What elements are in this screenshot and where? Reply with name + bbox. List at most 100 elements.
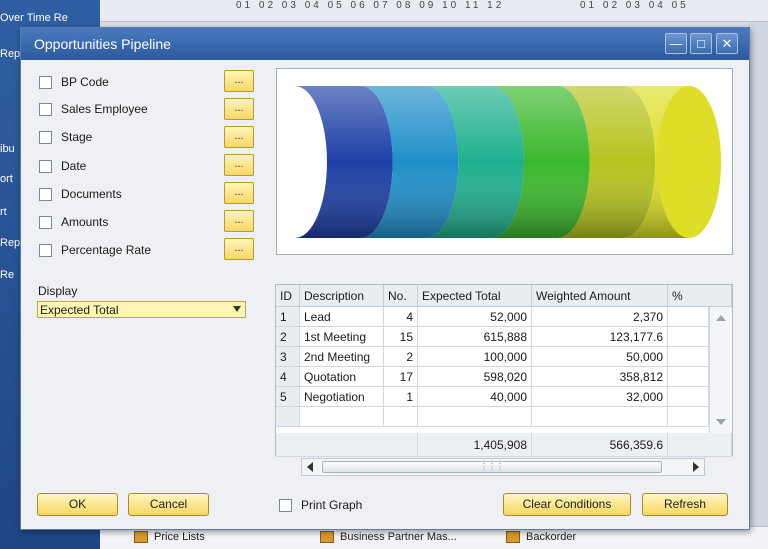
print-graph-option[interactable]: Print Graph xyxy=(279,498,362,512)
table-cell-percent[interactable] xyxy=(668,367,709,387)
date-ellipsis-button[interactable]: ... xyxy=(224,154,254,176)
maximize-button[interactable]: □ xyxy=(690,33,712,54)
total-percent xyxy=(668,433,732,457)
table-cell-percent[interactable] xyxy=(668,347,709,367)
ok-button[interactable]: OK xyxy=(37,493,118,516)
scrollbar-thumb[interactable]: ⋮⋮⋮ xyxy=(322,461,662,473)
table-row-id[interactable]: 4 xyxy=(276,367,300,387)
table-horizontal-scrollbar[interactable]: ⋮⋮⋮ xyxy=(301,458,705,476)
checkbox[interactable] xyxy=(39,159,52,173)
table-cell-no[interactable]: 17 xyxy=(384,367,418,387)
pipeline-cylinder-graphic xyxy=(295,86,721,238)
table-vertical-scrollbar[interactable] xyxy=(709,307,732,433)
percentage-rate-ellipsis-button[interactable]: ... xyxy=(224,238,254,260)
table-cell-expected-total[interactable]: 615,888 xyxy=(418,327,532,347)
table-cell-description[interactable]: Negotiation xyxy=(300,387,384,407)
filter-percentage-rate[interactable]: Percentage Rate xyxy=(39,241,151,259)
stage-ellipsis-button[interactable]: ... xyxy=(224,126,254,148)
scroll-right-icon[interactable] xyxy=(693,462,699,472)
checkbox[interactable] xyxy=(39,130,52,144)
taskbar-item[interactable]: Business Partner Mas... xyxy=(320,531,457,543)
table-row-id[interactable]: 3 xyxy=(276,347,300,367)
backorder-icon xyxy=(506,531,520,543)
table-cell-expected-total[interactable]: 40,000 xyxy=(418,387,532,407)
minimize-button[interactable]: — xyxy=(665,33,687,54)
table-cell-no[interactable]: 4 xyxy=(384,307,418,327)
filter-date[interactable]: Date xyxy=(39,157,86,175)
scroll-left-icon[interactable] xyxy=(307,462,313,472)
table-row-id[interactable]: 1 xyxy=(276,307,300,327)
filter-stage[interactable]: Stage xyxy=(39,128,92,146)
table-cell-no[interactable]: 2 xyxy=(384,347,418,367)
filter-sales-employee[interactable]: Sales Employee xyxy=(39,100,148,118)
table-cell-weighted-amount[interactable]: 123,177.6 xyxy=(532,327,668,347)
bg-sidebar-text: Re xyxy=(0,269,15,281)
table-cell-empty[interactable] xyxy=(668,407,709,427)
table-cell-expected-total[interactable]: 100,000 xyxy=(418,347,532,367)
taskbar-item[interactable]: Price Lists xyxy=(134,531,205,543)
dialog-title: Opportunities Pipeline xyxy=(34,36,171,52)
taskbar-item[interactable]: Backorder xyxy=(506,531,576,543)
filter-documents[interactable]: Documents xyxy=(39,185,122,203)
background-right-panel xyxy=(748,22,768,549)
column-header-id[interactable]: ID xyxy=(276,285,300,307)
table-cell-no[interactable]: 1 xyxy=(384,387,418,407)
table-cell-percent[interactable] xyxy=(668,327,709,347)
table-cell-description[interactable]: 2nd Meeting xyxy=(300,347,384,367)
chevron-down-icon[interactable] xyxy=(233,306,241,312)
table-cell-expected-total[interactable]: 52,000 xyxy=(418,307,532,327)
scroll-up-icon[interactable] xyxy=(716,315,726,321)
table-cell-weighted-amount[interactable]: 358,812 xyxy=(532,367,668,387)
table-cell-weighted-amount[interactable]: 50,000 xyxy=(532,347,668,367)
table-cell-empty[interactable] xyxy=(300,407,384,427)
display-dropdown[interactable]: Expected Total xyxy=(37,301,246,318)
bp-code-ellipsis-button[interactable]: ... xyxy=(224,70,254,92)
table-cell-empty[interactable] xyxy=(384,407,418,427)
column-header-description[interactable]: Description xyxy=(300,285,384,307)
table-cell-percent[interactable] xyxy=(668,387,709,407)
checkbox[interactable] xyxy=(39,102,52,116)
amounts-ellipsis-button[interactable]: ... xyxy=(224,210,254,232)
pipeline-end-cap xyxy=(657,86,721,238)
price-list-icon xyxy=(134,531,148,543)
table-cell-description[interactable]: Quotation xyxy=(300,367,384,387)
checkbox[interactable] xyxy=(39,215,52,229)
documents-ellipsis-button[interactable]: ... xyxy=(224,182,254,204)
opportunities-pipeline-dialog: Opportunities Pipeline — □ ✕ BP Code Sal… xyxy=(20,27,750,530)
table-cell-description[interactable]: Lead xyxy=(300,307,384,327)
table-row-id[interactable]: 2 xyxy=(276,327,300,347)
table-cell-empty[interactable] xyxy=(418,407,532,427)
scroll-down-icon[interactable] xyxy=(716,419,726,425)
display-label: Display xyxy=(38,284,78,298)
table-cell-description[interactable]: 1st Meeting xyxy=(300,327,384,347)
table-cell-weighted-amount[interactable]: 2,370 xyxy=(532,307,668,327)
table-cell-empty[interactable] xyxy=(532,407,668,427)
print-graph-checkbox[interactable] xyxy=(279,498,292,512)
filter-amounts[interactable]: Amounts xyxy=(39,213,108,231)
column-header-expected-total[interactable]: Expected Total xyxy=(418,285,532,307)
refresh-button[interactable]: Refresh xyxy=(642,493,728,516)
column-header-weighted-amount[interactable]: Weighted Amount xyxy=(532,285,668,307)
bg-sidebar-text: Over Time Re xyxy=(0,12,68,24)
dialog-titlebar[interactable]: Opportunities Pipeline — □ ✕ xyxy=(21,28,749,60)
display-dropdown-value: Expected Total xyxy=(40,302,119,317)
filter-bp-code[interactable]: BP Code xyxy=(39,73,109,91)
table-cell-percent[interactable] xyxy=(668,307,709,327)
table-cell-weighted-amount[interactable]: 32,000 xyxy=(532,387,668,407)
table-cell-no[interactable]: 15 xyxy=(384,327,418,347)
close-button[interactable]: ✕ xyxy=(716,33,738,54)
checkbox[interactable] xyxy=(39,187,52,201)
total-expected-total: 1,405,908 xyxy=(418,433,532,457)
background-calendar-strip: 01 02 03 04 05 06 07 08 09 10 11 12 01 0… xyxy=(100,0,768,22)
table-row-id[interactable] xyxy=(276,407,300,427)
pipeline-table: ID Description No. Expected Total Weight… xyxy=(275,284,733,457)
cancel-button[interactable]: Cancel xyxy=(128,493,209,516)
column-header-no[interactable]: No. xyxy=(384,285,418,307)
checkbox[interactable] xyxy=(39,243,52,257)
column-header-percent[interactable]: % xyxy=(668,285,732,307)
sales-employee-ellipsis-button[interactable]: ... xyxy=(224,98,254,120)
clear-conditions-button[interactable]: Clear Conditions xyxy=(503,493,631,516)
checkbox[interactable] xyxy=(39,75,52,89)
table-cell-expected-total[interactable]: 598,020 xyxy=(418,367,532,387)
table-row-id[interactable]: 5 xyxy=(276,387,300,407)
